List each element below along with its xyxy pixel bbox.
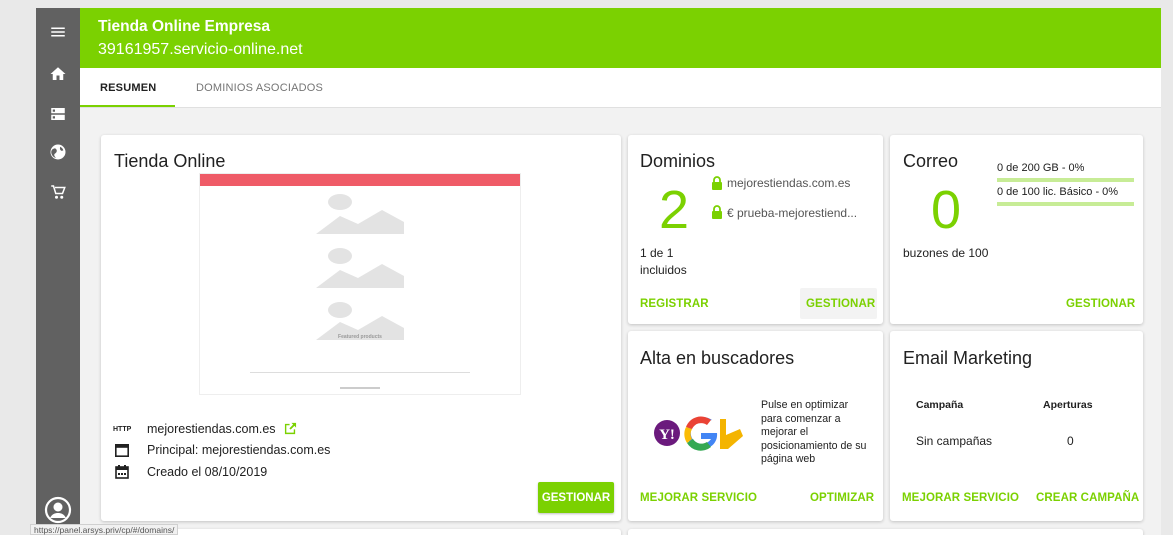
calendar-icon <box>115 465 129 479</box>
mailboxes-count: 0 <box>931 180 962 240</box>
buscadores-card: Alta en buscadores Y! Pulse en optimizar… <box>628 331 883 521</box>
preview-divider <box>250 372 470 373</box>
lock-icon <box>711 176 723 190</box>
improve-service-button[interactable]: MEJORAR SERVICIO <box>902 492 1019 504</box>
status-url: https://panel.arsys.priv/cp/#/domains/ <box>30 524 179 535</box>
opens-cell: 0 <box>1067 434 1074 448</box>
correo-card: Correo 0 0 de 200 GB - 0% 0 de 100 lic. … <box>890 135 1143 324</box>
card-title: Dominios <box>640 151 716 171</box>
web-window-icon <box>115 444 129 457</box>
mailboxes-label: buzones de 100 <box>903 246 989 260</box>
sidebar <box>36 8 80 535</box>
http-tag: HTTP <box>113 426 132 433</box>
column-header-campaign: Campaña <box>916 399 964 411</box>
register-button[interactable]: REGISTRAR <box>640 298 709 310</box>
optimize-button[interactable]: OPTIMIZAR <box>810 492 874 504</box>
included-line-1: 1 de 1 <box>640 246 674 260</box>
preview-header-bar <box>200 174 520 186</box>
principal-domain: Principal: mejorestiendas.com.es <box>147 443 331 457</box>
page-title: Tienda Online Empresa <box>98 18 270 35</box>
tab-resumen[interactable]: RESUMEN <box>100 82 156 94</box>
card-title: Tienda Online <box>114 151 226 171</box>
improve-service-button[interactable]: MEJORAR SERVICIO <box>640 492 757 504</box>
search-engines-logo: Y! <box>652 411 744 451</box>
license-usage: 0 de 100 lic. Básico - 0% <box>997 186 1119 198</box>
creation-date: Creado el 08/10/2019 <box>147 465 268 479</box>
store-preview-image[interactable]: Featured products <box>199 173 521 395</box>
cart-icon[interactable] <box>48 182 68 202</box>
card-title: Alta en buscadores <box>640 348 795 368</box>
next-card-partial <box>101 529 621 535</box>
email-marketing-card: Email Marketing Campaña Aperturas Sin ca… <box>890 331 1143 521</box>
campaign-cell: Sin campañas <box>916 434 993 448</box>
tab-bar: RESUMEN DOMINIOS ASOCIADOS <box>80 68 1161 108</box>
seo-description: Pulse en optimizar para comenzar a mejor… <box>761 399 866 467</box>
main-content: Tienda Online Featured products HTTP mej… <box>80 108 1161 535</box>
storage-progress-track <box>997 178 1134 182</box>
dominios-manage-button[interactable]: GESTIONAR <box>806 298 875 310</box>
next-card-partial <box>628 529 1143 535</box>
included-line-2: incluidos <box>640 263 687 277</box>
domain-item[interactable]: mejorestiendas.com.es <box>727 176 850 190</box>
svg-text:Y!: Y! <box>659 427 675 443</box>
open-in-new-icon[interactable] <box>284 422 297 435</box>
column-header-opens: Aperturas <box>1043 399 1093 411</box>
domains-count: 2 <box>659 180 690 240</box>
preview-placeholder-images <box>316 194 404 340</box>
app-header: Tienda Online Empresa 39161957.servicio-… <box>80 8 1161 68</box>
license-progress-track <box>997 202 1134 206</box>
dominios-card: Dominios 2 mejorestiendas.com.es € prueb… <box>628 135 883 324</box>
correo-manage-button[interactable]: GESTIONAR <box>1066 298 1135 310</box>
account-icon[interactable] <box>44 496 72 524</box>
tienda-manage-button[interactable]: GESTIONAR <box>538 482 614 513</box>
tienda-online-card: Tienda Online Featured products HTTP mej… <box>101 135 621 521</box>
card-title: Email Marketing <box>903 348 1033 368</box>
menu-icon[interactable] <box>48 22 68 42</box>
seo-description-line: mejorar el <box>761 426 809 438</box>
seo-description-line: posicionamiento de su <box>761 439 867 452</box>
preview-heading: Featured products <box>338 334 382 340</box>
create-campaign-button[interactable]: CREAR CAMPAÑA <box>1036 492 1139 504</box>
seo-description-line: para comenzar a <box>761 412 841 425</box>
preview-footer-line <box>340 387 380 389</box>
seo-description-line: página web <box>761 453 816 465</box>
active-tab-indicator <box>80 105 175 107</box>
card-title: Correo <box>903 151 959 171</box>
store-domain-link[interactable]: mejorestiendas.com.es <box>147 422 276 436</box>
seo-description-line: Pulse en optimizar <box>761 399 849 411</box>
tab-dominios-asociados[interactable]: DOMINIOS ASOCIADOS <box>196 82 323 94</box>
domain-item[interactable]: € prueba-mejorestiend... <box>727 206 857 220</box>
server-icon[interactable] <box>48 104 68 124</box>
globe-icon[interactable] <box>48 142 68 162</box>
page-subtitle: 39161957.servicio-online.net <box>98 41 303 58</box>
home-icon[interactable] <box>48 64 68 84</box>
lock-icon <box>711 205 723 219</box>
storage-usage: 0 de 200 GB - 0% <box>997 162 1085 174</box>
